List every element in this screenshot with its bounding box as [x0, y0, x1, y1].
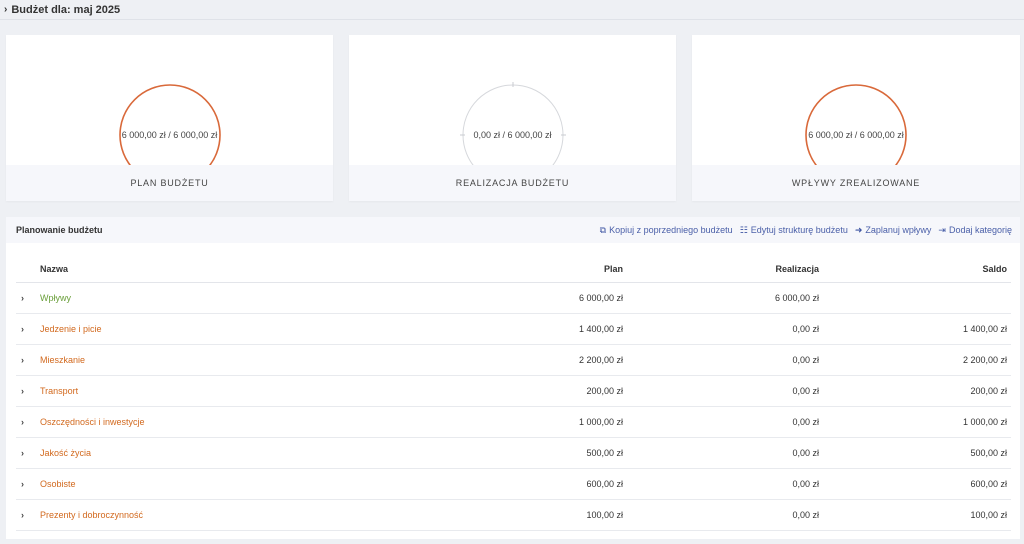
card-value: 6 000,00 zł / 6 000,00 zł — [121, 130, 218, 140]
plan-value: 200,00 zł — [460, 375, 627, 407]
plan-value: 600,00 zł — [460, 468, 627, 500]
ring-progress — [119, 84, 221, 165]
category-name[interactable]: Jedzenie i picie — [40, 313, 460, 345]
category-name[interactable]: Oszczędności i inwestycje — [40, 406, 460, 438]
plan-value: 6 000,00 zł — [460, 282, 627, 314]
plan-value: 2 200,00 zł — [460, 344, 627, 376]
table-row[interactable]: › Jakość życia 500,00 zł 0,00 zł 500,00 … — [16, 437, 1011, 469]
ring-track — [119, 84, 221, 165]
card-value: 6 000,00 zł / 6 000,00 zł — [808, 130, 904, 140]
card-plan: 6 000,00 zł / 6 000,00 zł PLAN BUDŻETU — [6, 35, 333, 201]
ring-track — [462, 84, 564, 165]
table-row[interactable]: › Prezenty i dobroczynność 100,00 zł 0,0… — [16, 499, 1011, 531]
balance-value: 2 200,00 zł — [823, 344, 1011, 376]
progress-ring — [119, 84, 221, 165]
ring-area — [6, 35, 333, 165]
balance-value: 500,00 zł — [823, 437, 1011, 469]
panel-header: Planowanie budżetu ⧉ Kopiuj z poprzednie… — [6, 217, 1020, 243]
column-header-balance: Saldo — [823, 257, 1011, 283]
progress-ring — [460, 82, 566, 165]
balance-value: 1 400,00 zł — [823, 313, 1011, 345]
plan-income-button[interactable]: ➜ Zaplanuj wpływy — [855, 225, 932, 236]
expand-chevron-icon[interactable]: › — [16, 375, 40, 407]
copy-icon: ⧉ — [599, 224, 607, 235]
expand-chevron-icon[interactable]: › — [16, 437, 40, 469]
sitemap-icon: ☷ — [739, 224, 748, 235]
ring-area — [692, 35, 1020, 165]
column-header-name: Nazwa — [40, 257, 460, 283]
category-name[interactable]: Jakość życia — [40, 437, 460, 469]
action-label: Dodaj kategorię — [948, 225, 1012, 235]
balance-value: 100,00 zł — [823, 499, 1011, 531]
realized-value: 0,00 zł — [627, 375, 823, 407]
balance-value: 200,00 zł — [823, 375, 1011, 407]
page-title: Budżet dla: maj 2025 — [11, 3, 121, 16]
realized-value: 0,00 zł — [627, 313, 823, 345]
table-row[interactable]: › Jedzenie i picie 1 400,00 zł 0,00 zł 1… — [16, 313, 1011, 345]
panel-title: Planowanie budżetu — [16, 225, 103, 235]
plan-value: 500,00 zł — [460, 437, 627, 469]
expand-chevron-icon[interactable]: › — [16, 406, 40, 438]
category-name[interactable]: Osobiste — [40, 468, 460, 500]
card-label: REALIZACJA BUDŻETU — [349, 165, 676, 201]
realized-value: 0,00 zł — [627, 499, 823, 531]
card-label: WPŁYWY ZREALIZOWANE — [692, 165, 1020, 201]
table-row[interactable]: › Wpływy 6 000,00 zł 6 000,00 zł — [16, 282, 1011, 314]
progress-ring — [805, 84, 907, 165]
table-header-row: Nazwa Plan Realizacja Saldo — [16, 257, 1011, 283]
realized-value: 0,00 zł — [627, 406, 823, 438]
sign-in-icon: ➜ — [854, 224, 863, 235]
ring-area — [349, 35, 676, 165]
card-value: 0,00 zł / 6 000,00 zł — [473, 130, 552, 140]
table-row[interactable]: › Oszczędności i inwestycje 1 000,00 zł … — [16, 406, 1011, 438]
budget-planning-panel: Planowanie budżetu ⧉ Kopiuj z poprzednie… — [6, 217, 1020, 539]
action-label: Edytuj strukturę budżetu — [750, 225, 848, 235]
copy-previous-budget-button[interactable]: ⧉ Kopiuj z poprzedniego budżetu — [600, 225, 733, 236]
ring-track — [805, 84, 907, 165]
sign-out-icon: ⇥ — [938, 224, 946, 235]
expand-column-header — [16, 257, 40, 283]
ring-progress — [805, 84, 907, 165]
action-label: Kopiuj z poprzedniego budżetu — [609, 225, 733, 235]
expand-chevron-icon[interactable]: › — [16, 344, 40, 376]
realized-value: 0,00 zł — [627, 468, 823, 500]
budget-header: › Budżet dla: maj 2025 — [0, 0, 1024, 20]
balance-value: 1 000,00 zł — [823, 406, 1011, 438]
category-name[interactable]: Mieszkanie — [40, 344, 460, 376]
card-realization: 0,00 zł / 6 000,00 zł REALIZACJA BUDŻETU — [349, 35, 676, 201]
expand-chevron-icon[interactable]: › — [16, 282, 40, 314]
table-row[interactable]: › Mieszkanie 2 200,00 zł 0,00 zł 2 200,0… — [16, 344, 1011, 376]
category-name[interactable]: Wpływy — [40, 282, 460, 314]
plan-value: 1 000,00 zł — [460, 406, 627, 438]
column-header-realized: Realizacja — [627, 257, 823, 283]
chevron-right-icon[interactable]: › — [4, 4, 7, 15]
category-name[interactable]: Transport — [40, 375, 460, 407]
balance-value — [823, 282, 1011, 314]
card-label: PLAN BUDŻETU — [6, 165, 333, 201]
action-label: Zaplanuj wpływy — [865, 225, 932, 235]
table-row[interactable]: › Osobiste 600,00 zł 0,00 zł 600,00 zł — [16, 468, 1011, 500]
table-row[interactable]: › Transport 200,00 zł 0,00 zł 200,00 zł — [16, 375, 1011, 407]
card-income: 6 000,00 zł / 6 000,00 zł WPŁYWY ZREALIZ… — [692, 35, 1020, 201]
column-header-plan: Plan — [460, 257, 627, 283]
plan-value: 100,00 zł — [460, 499, 627, 531]
add-category-button[interactable]: ⇥ Dodaj kategorię — [938, 225, 1012, 236]
expand-chevron-icon[interactable]: › — [16, 468, 40, 500]
expand-chevron-icon[interactable]: › — [16, 313, 40, 345]
realized-value: 0,00 zł — [627, 344, 823, 376]
edit-budget-structure-button[interactable]: ☷ Edytuj strukturę budżetu — [740, 225, 848, 236]
budget-table: Nazwa Plan Realizacja Saldo › Wpływy 6 0… — [16, 257, 1011, 531]
balance-value: 600,00 zł — [823, 468, 1011, 500]
category-name[interactable]: Prezenty i dobroczynność — [40, 499, 460, 531]
expand-chevron-icon[interactable]: › — [16, 499, 40, 531]
panel-actions: ⧉ Kopiuj z poprzedniego budżetu ☷ Edytuj… — [600, 225, 1012, 236]
realized-value: 6 000,00 zł — [627, 282, 823, 314]
plan-value: 1 400,00 zł — [460, 313, 627, 345]
realized-value: 0,00 zł — [627, 437, 823, 469]
